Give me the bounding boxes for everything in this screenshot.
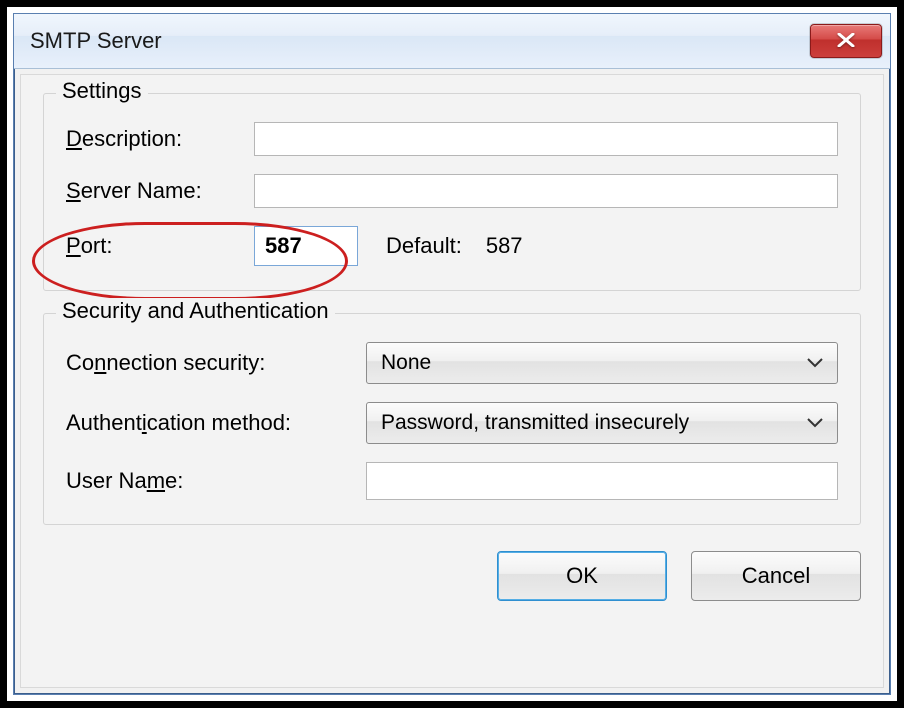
connection-security-label: Connection security:	[66, 350, 366, 376]
description-label: Description:	[66, 126, 254, 152]
authentication-method-label: Authentication method:	[66, 410, 366, 436]
ok-button[interactable]: OK	[497, 551, 667, 601]
titlebar: SMTP Server	[14, 14, 890, 69]
user-name-input[interactable]	[366, 462, 838, 500]
user-name-label: User Name:	[66, 468, 366, 494]
server-name-input[interactable]	[254, 174, 838, 208]
security-group: Security and Authentication Connection s…	[43, 313, 861, 525]
cancel-button[interactable]: Cancel	[691, 551, 861, 601]
dialog-button-row: OK Cancel	[43, 551, 861, 601]
authentication-method-dropdown[interactable]: Password, transmitted insecurely	[366, 402, 838, 444]
connection-security-value: None	[381, 351, 431, 375]
server-name-label: Server Name:	[66, 178, 254, 204]
port-input[interactable]	[254, 226, 358, 266]
close-button[interactable]	[810, 24, 882, 58]
security-legend: Security and Authentication	[56, 298, 335, 324]
chevron-down-icon	[807, 358, 823, 368]
window-title: SMTP Server	[30, 28, 162, 54]
port-default-label: Default:587	[386, 233, 523, 259]
settings-group: Settings Description: Server Name:	[43, 93, 861, 291]
close-icon	[836, 30, 856, 53]
description-input[interactable]	[254, 122, 838, 156]
client-area: Settings Description: Server Name:	[20, 74, 884, 688]
port-label: Port:	[66, 233, 254, 259]
authentication-method-value: Password, transmitted insecurely	[381, 411, 689, 435]
settings-legend: Settings	[56, 78, 148, 104]
smtp-server-dialog: SMTP Server Settings	[13, 13, 891, 695]
connection-security-dropdown[interactable]: None	[366, 342, 838, 384]
chevron-down-icon	[807, 418, 823, 428]
